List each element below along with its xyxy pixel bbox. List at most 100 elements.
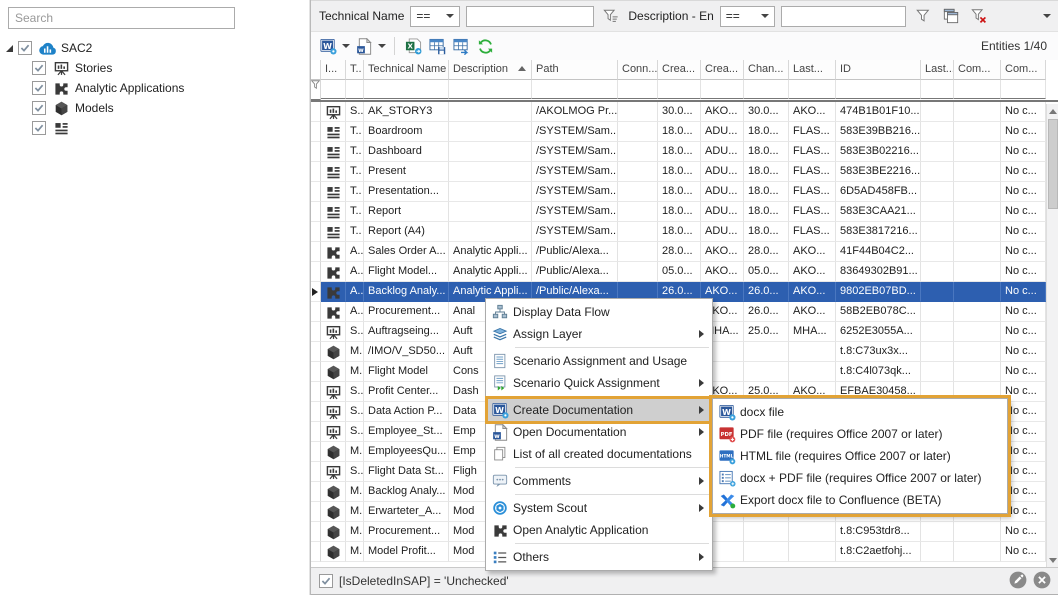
tree-item-models[interactable]: Models	[0, 98, 304, 118]
column-header-last[interactable]: Last...	[789, 60, 836, 80]
filter-cell[interactable]	[1001, 80, 1046, 99]
chevron-down-icon[interactable]	[377, 44, 387, 48]
search-input[interactable]	[8, 7, 235, 29]
table-cell: M.	[346, 362, 364, 382]
menu-item-html-file-requires-office-2007-or-later-[interactable]: HTMLHTML file (requires Office 2007 or l…	[714, 445, 1006, 467]
filter-input-description[interactable]	[781, 6, 906, 27]
column-header-id[interactable]: ID	[836, 60, 921, 80]
table-cell: /Public/Alexa...	[532, 242, 618, 262]
vertical-scrollbar[interactable]	[1046, 104, 1058, 567]
menu-item-pdf-file-requires-office-2007-or-later-[interactable]: PDFPDF file (requires Office 2007 or lat…	[714, 423, 1006, 445]
table-row[interactable]: T..Report/SYSTEM/Sam...18.0...ADU...18.0…	[311, 202, 1058, 222]
tree-item-templates[interactable]: Templates	[0, 118, 304, 138]
chevron-down-icon[interactable]	[1043, 14, 1051, 18]
menu-item-docx-pdf-file-requires-office-2007-or-la[interactable]: docx + PDF file (requires Office 2007 or…	[714, 467, 1006, 489]
scrollbar-thumb[interactable]	[1048, 119, 1058, 209]
column-header-i[interactable]: I...	[321, 60, 346, 80]
menu-item-system-scout[interactable]: System Scout	[487, 497, 711, 519]
table-row[interactable]: T..Dashboard/SYSTEM/Sam...18.0...ADU...1…	[311, 142, 1058, 162]
column-header-com[interactable]: Com...	[1001, 60, 1046, 80]
column-header-conn[interactable]: Conn...	[618, 60, 658, 80]
table-row[interactable]: T..Report (A4)/SYSTEM/Sam...18.0...ADU..…	[311, 222, 1058, 242]
filter-cell[interactable]	[321, 80, 346, 99]
tree-checkbox[interactable]	[32, 101, 46, 115]
tree-item-sac2[interactable]: SAC2	[0, 38, 304, 58]
filter-cell[interactable]	[658, 80, 701, 99]
filter-cell[interactable]	[364, 80, 449, 99]
table-cell: A..	[346, 242, 364, 262]
table-cell: Auftragseing...	[364, 322, 449, 342]
filter-input-technical-name[interactable]	[466, 6, 594, 27]
save-grid-layout-button[interactable]	[426, 35, 448, 57]
menu-item-create-documentation[interactable]: WCreate Documentation	[487, 399, 711, 421]
table-cell: Analytic Appli...	[449, 242, 532, 262]
menu-item-list-of-all-created-documentations[interactable]: List of all created documentations	[487, 443, 711, 465]
new-window-icon[interactable]	[940, 5, 962, 27]
table-row[interactable]: T..Presentation.../SYSTEM/Sam...18.0...A…	[311, 182, 1058, 202]
tree-item-analytic-applications[interactable]: Analytic Applications	[0, 78, 304, 98]
column-header-crea[interactable]: Crea...	[658, 60, 701, 80]
restore-grid-layout-button[interactable]	[450, 35, 472, 57]
filter-cell[interactable]	[954, 80, 1001, 99]
open-docx-button[interactable]: w	[353, 35, 375, 57]
clear-filter-icon[interactable]	[968, 5, 990, 27]
column-header-path[interactable]: Path	[532, 60, 618, 80]
filter-cell[interactable]	[449, 80, 532, 99]
filter-options-icon[interactable]	[600, 5, 622, 27]
table-row[interactable]: A..Flight Model...Analytic Appli.../Publ…	[311, 262, 1058, 282]
apply-filter-icon[interactable]	[912, 5, 934, 27]
menu-item-open-analytic-application[interactable]: Open Analytic Application	[487, 519, 711, 541]
filter-cell[interactable]	[532, 80, 618, 99]
menu-item-scenario-assignment-and-usage[interactable]: Scenario Assignment and Usage	[487, 350, 711, 372]
edit-filter-icon[interactable]	[1009, 571, 1027, 592]
tree-expander-icon[interactable]	[6, 45, 13, 52]
filter-cell[interactable]	[701, 80, 744, 99]
column-header-t[interactable]: T..	[346, 60, 364, 80]
operator-select-description[interactable]: ==	[720, 6, 775, 27]
filter-cell[interactable]	[618, 80, 658, 99]
close-filter-icon[interactable]	[1033, 571, 1051, 592]
table-row[interactable]: T..Boardroom/SYSTEM/Sam...18.0...ADU...1…	[311, 122, 1058, 142]
table-cell: /SYSTEM/Sam...	[532, 122, 618, 142]
operator-select-technical-name[interactable]: ==	[410, 6, 460, 27]
column-header-chan[interactable]: Chan...	[744, 60, 789, 80]
menu-item-docx-file[interactable]: Wdocx file	[714, 401, 1006, 423]
column-header-description[interactable]: Description	[449, 60, 532, 80]
tree-checkbox[interactable]	[18, 41, 32, 55]
chevron-down-icon	[761, 14, 769, 18]
filter-cell[interactable]	[744, 80, 789, 99]
filter-cell[interactable]	[789, 80, 836, 99]
filter-cell[interactable]	[921, 80, 954, 99]
tree-item-stories[interactable]: Stories	[0, 58, 304, 78]
menu-item-scenario-quick-assignment[interactable]: Scenario Quick Assignment	[487, 372, 711, 394]
table-cell	[921, 322, 954, 342]
export-excel-button[interactable]: X	[402, 35, 424, 57]
column-header-last[interactable]: Last...	[921, 60, 954, 80]
menu-item-export-docx-file-to-confluence-beta-[interactable]: Export docx file to Confluence (BETA)	[714, 489, 1006, 511]
column-header-technicalname[interactable]: Technical Name	[364, 60, 449, 80]
tree-checkbox[interactable]	[32, 61, 46, 75]
scroll-down-icon[interactable]	[1047, 553, 1058, 567]
column-header-com[interactable]: Com...	[954, 60, 1001, 80]
table-row[interactable]: S..AK_STORY3/AKOLMOG Pr...30.0...AKO...3…	[311, 102, 1058, 122]
menu-item-open-documentation[interactable]: wOpen Documentation	[487, 421, 711, 443]
menu-item-others[interactable]: Others	[487, 546, 711, 568]
create-docx-button[interactable]: W	[317, 35, 339, 57]
chevron-down-icon[interactable]	[341, 44, 351, 48]
menu-item-display-data-flow[interactable]: Display Data Flow	[487, 301, 711, 323]
tree-checkbox[interactable]	[32, 81, 46, 95]
row-header	[311, 182, 321, 202]
column-header-crea[interactable]: Crea...	[701, 60, 744, 80]
tree-checkbox[interactable]	[32, 121, 46, 135]
refresh-button[interactable]	[474, 35, 496, 57]
menu-item-assign-layer[interactable]: Assign Layer	[487, 323, 711, 345]
table-row[interactable]: T..Present/SYSTEM/Sam...18.0...ADU...18.…	[311, 162, 1058, 182]
filter-cell[interactable]	[346, 80, 364, 99]
menu-item-comments[interactable]: Comments	[487, 470, 711, 492]
table-cell	[744, 522, 789, 542]
filter-cell[interactable]	[836, 80, 921, 99]
table-row[interactable]: A..Sales Order A...Analytic Appli.../Pub…	[311, 242, 1058, 262]
table-cell: No c...	[1001, 322, 1046, 342]
status-filter-checkbox[interactable]	[319, 574, 333, 588]
scroll-up-icon[interactable]	[1047, 104, 1058, 118]
